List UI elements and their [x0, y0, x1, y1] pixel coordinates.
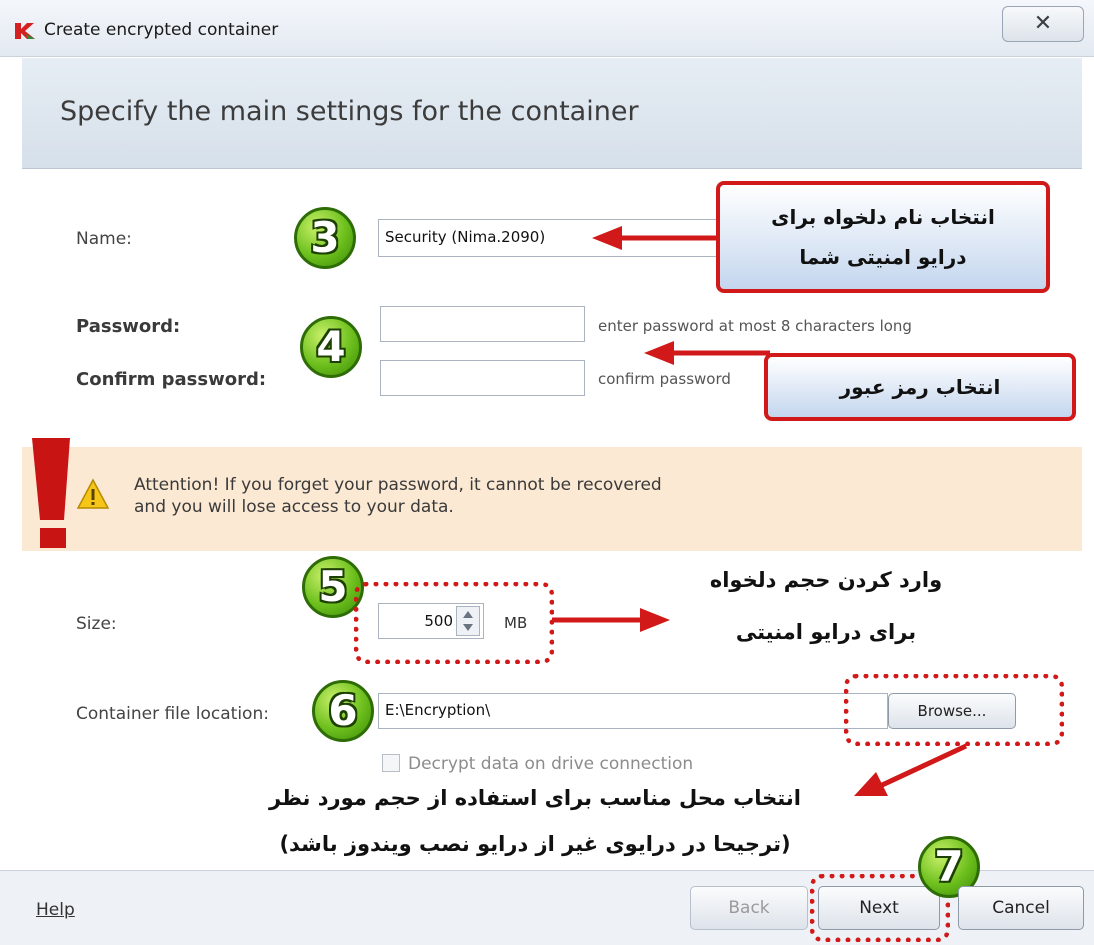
- decrypt-checkbox-label[interactable]: Decrypt data on drive connection: [408, 754, 693, 774]
- exclamation-icon: [32, 438, 70, 548]
- location-annotation-line1: انتخاب محل مناسب برای استفاده از حجم مور…: [269, 786, 801, 810]
- size-label: Size:: [76, 614, 117, 634]
- callout-name: انتخاب نام دلخواه برای درایو امنیتی شما: [716, 181, 1050, 293]
- confirm-password-hint: confirm password: [598, 370, 731, 388]
- browse-highlight: [844, 674, 1064, 746]
- back-button[interactable]: Back: [690, 886, 808, 930]
- location-label: Container file location:: [76, 704, 269, 724]
- warning-icon: [76, 478, 110, 509]
- location-annotation-line2: (ترجیحا در درایوی غیر از درایو نصب ویندو…: [279, 832, 791, 856]
- checkbox-icon[interactable]: [382, 754, 400, 772]
- cancel-button[interactable]: Cancel: [958, 886, 1084, 930]
- window-title: Create encrypted container: [44, 20, 279, 40]
- password-label: Password:: [76, 316, 181, 337]
- arrow-icon: [592, 226, 726, 250]
- password-input[interactable]: [380, 306, 585, 342]
- step-4-badge: 4: [300, 316, 362, 378]
- arrow-icon: [552, 608, 670, 632]
- callout-name-line1: انتخاب نام دلخواه برای: [771, 205, 995, 229]
- page-title: Specify the main settings for the contai…: [60, 96, 639, 127]
- cancel-label: Cancel: [992, 898, 1050, 918]
- close-icon: ✕: [1033, 11, 1053, 36]
- step-3-badge: 3: [294, 207, 356, 269]
- size-annotation-line2: برای درایو امنیتی: [735, 620, 917, 644]
- close-button[interactable]: ✕: [1002, 6, 1084, 42]
- help-link[interactable]: Help: [36, 900, 75, 920]
- arrow-icon: [644, 341, 770, 365]
- help-label: Help: [36, 900, 75, 920]
- confirm-password-label: Confirm password:: [76, 369, 267, 390]
- attention-line1: Attention! If you forget your password, …: [134, 475, 662, 495]
- confirm-password-input[interactable]: [380, 360, 585, 396]
- attention-line2: and you will lose access to your data.: [134, 497, 454, 517]
- size-unit: MB: [504, 614, 528, 632]
- callout-password: انتخاب رمز عبور: [764, 353, 1076, 421]
- size-annotation-line1: وارد کردن حجم دلخواه: [709, 568, 943, 592]
- back-label: Back: [728, 898, 770, 918]
- kaspersky-logo-icon: [15, 23, 35, 39]
- size-spinner[interactable]: [456, 606, 480, 636]
- spinner-up-icon[interactable]: [457, 607, 479, 635]
- step-6-badge: 6: [312, 680, 374, 742]
- attention-text: Attention! If you forget your password, …: [134, 474, 662, 518]
- callout-name-line2: درایو امنیتی شما: [799, 245, 967, 269]
- name-label: Name:: [76, 229, 132, 249]
- location-input[interactable]: E:\Encryption\: [378, 693, 888, 729]
- arrow-icon: [854, 743, 968, 796]
- password-hint: enter password at most 8 characters long: [598, 317, 912, 335]
